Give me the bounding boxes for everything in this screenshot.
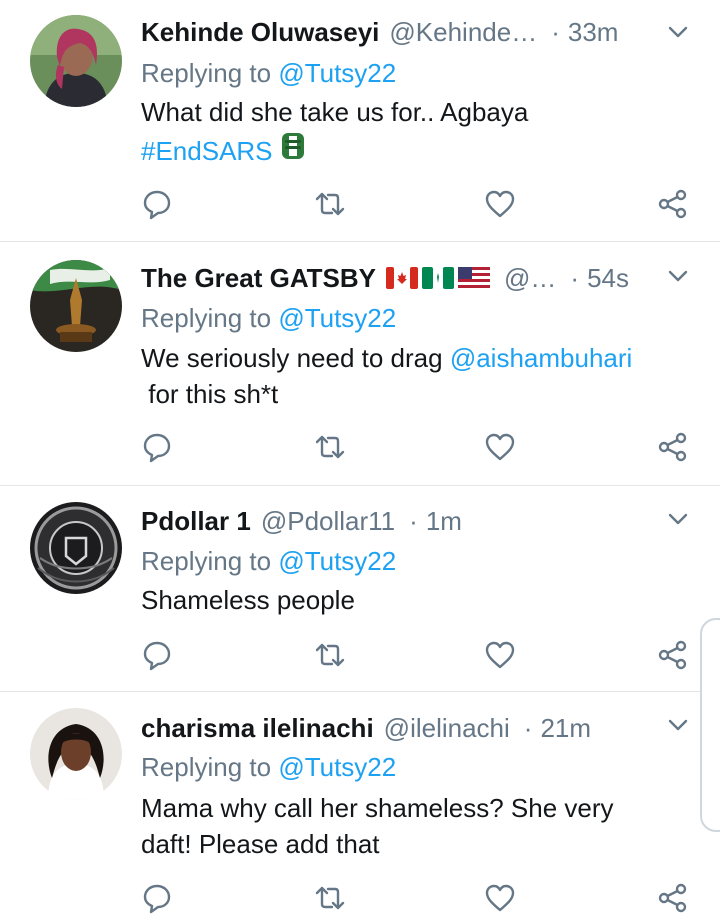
display-name[interactable]: The Great GATSBY bbox=[141, 263, 376, 294]
user-handle[interactable]: @Pdollar11 bbox=[261, 506, 395, 537]
share-icon[interactable] bbox=[656, 882, 688, 914]
share-icon[interactable] bbox=[656, 431, 688, 463]
reply-mention-link[interactable]: @Tutsy22 bbox=[278, 546, 396, 576]
timestamp[interactable]: 1m bbox=[426, 506, 462, 537]
avatar[interactable] bbox=[30, 708, 122, 800]
heart-icon[interactable] bbox=[484, 431, 516, 463]
scroll-handle[interactable] bbox=[700, 618, 720, 832]
tweet-text-line: What did she take us for.. Agbaya bbox=[141, 97, 529, 127]
tweet-text: What did she take us for.. Agbaya #EndSA… bbox=[141, 94, 528, 171]
separator: · bbox=[570, 262, 580, 293]
reply-prefix: Replying to bbox=[141, 546, 272, 576]
tweet-text: We seriously need to drag @aishambuhari … bbox=[141, 340, 632, 412]
chevron-down-icon[interactable] bbox=[666, 507, 690, 531]
tweet-text: Mama why call her shameless? She very da… bbox=[141, 790, 614, 862]
avatar[interactable] bbox=[30, 260, 122, 352]
replying-to: Replying to @Tutsy22 bbox=[141, 752, 396, 783]
reply-mention-link[interactable]: @Tutsy22 bbox=[278, 303, 396, 333]
retweet-icon[interactable] bbox=[314, 639, 346, 671]
tweet-text: Shameless people bbox=[141, 582, 355, 618]
tweet-4[interactable]: charisma ilelinachi @ilelinachi · 21m Re… bbox=[0, 692, 720, 921]
tweet-text-line: We seriously need to drag bbox=[141, 343, 450, 373]
fist-flag-emoji-icon bbox=[279, 130, 307, 171]
chevron-down-icon[interactable] bbox=[666, 264, 690, 288]
display-name[interactable]: Kehinde Oluwaseyi bbox=[141, 17, 379, 48]
heart-icon[interactable] bbox=[484, 882, 516, 914]
timestamp[interactable]: 21m bbox=[540, 713, 591, 744]
display-name[interactable]: charisma ilelinachi bbox=[141, 713, 374, 744]
hashtag-link[interactable]: #EndSARS bbox=[141, 133, 273, 169]
timestamp[interactable]: 33m bbox=[568, 17, 619, 48]
avatar[interactable] bbox=[30, 15, 122, 107]
tweet-header: charisma ilelinachi @ilelinachi · 21m bbox=[141, 710, 660, 746]
retweet-icon[interactable] bbox=[314, 882, 346, 914]
timestamp[interactable]: 54s bbox=[587, 263, 629, 294]
tweet-header: The Great GATSBY @… · 54s bbox=[141, 260, 660, 296]
tweet-3[interactable]: Pdollar 1 @Pdollar11 · 1m Replying to @T… bbox=[0, 486, 720, 692]
tweet-text-line: daft! Please add that bbox=[141, 829, 380, 859]
tweet-2[interactable]: The Great GATSBY @… · 54s Replying to @T… bbox=[0, 242, 720, 486]
usa-flag-icon bbox=[458, 267, 491, 289]
reply-mention-link[interactable]: @Tutsy22 bbox=[278, 752, 396, 782]
separator: · bbox=[551, 16, 560, 47]
avatar[interactable] bbox=[30, 502, 122, 594]
reply-prefix: Replying to bbox=[141, 752, 272, 782]
user-handle[interactable]: @Kehinde… bbox=[389, 17, 537, 48]
reply-prefix: Replying to bbox=[141, 303, 272, 333]
tweet-1[interactable]: Kehinde Oluwaseyi @Kehinde… · 33m Replyi… bbox=[0, 0, 720, 242]
canada-flag-icon bbox=[386, 267, 419, 289]
chevron-down-icon[interactable] bbox=[666, 713, 690, 737]
heart-icon[interactable] bbox=[484, 639, 516, 671]
tweet-header: Kehinde Oluwaseyi @Kehinde… · 33m bbox=[141, 14, 660, 50]
reply-mention-link[interactable]: @Tutsy22 bbox=[278, 58, 396, 88]
retweet-icon[interactable] bbox=[314, 188, 346, 220]
reply-bubble-icon[interactable] bbox=[141, 639, 173, 671]
user-handle[interactable]: @… bbox=[504, 263, 556, 294]
reply-prefix: Replying to bbox=[141, 58, 272, 88]
share-icon[interactable] bbox=[656, 639, 688, 671]
replying-to: Replying to @Tutsy22 bbox=[141, 58, 396, 89]
display-name[interactable]: Pdollar 1 bbox=[141, 506, 251, 537]
tweet-header: Pdollar 1 @Pdollar11 · 1m bbox=[141, 503, 660, 539]
retweet-icon[interactable] bbox=[314, 431, 346, 463]
flag-emojis bbox=[386, 267, 491, 289]
reply-bubble-icon[interactable] bbox=[141, 431, 173, 463]
replying-to: Replying to @Tutsy22 bbox=[141, 546, 396, 577]
separator: · bbox=[523, 712, 533, 743]
share-icon[interactable] bbox=[656, 188, 688, 220]
tweet-text-line: Mama why call her shameless? She very bbox=[141, 793, 614, 823]
reply-bubble-icon[interactable] bbox=[141, 882, 173, 914]
tweet-text-line: Shameless people bbox=[141, 585, 355, 615]
chevron-down-icon[interactable] bbox=[666, 20, 690, 44]
replying-to: Replying to @Tutsy22 bbox=[141, 303, 396, 334]
reply-bubble-icon[interactable] bbox=[141, 188, 173, 220]
user-handle[interactable]: @ilelinachi bbox=[384, 713, 510, 744]
separator: · bbox=[409, 505, 418, 536]
mention-link[interactable]: @aishambuhari bbox=[450, 343, 632, 373]
heart-icon[interactable] bbox=[484, 188, 516, 220]
nigeria-flag-icon bbox=[422, 267, 455, 289]
tweet-text-line: for this sh*t bbox=[141, 379, 279, 409]
